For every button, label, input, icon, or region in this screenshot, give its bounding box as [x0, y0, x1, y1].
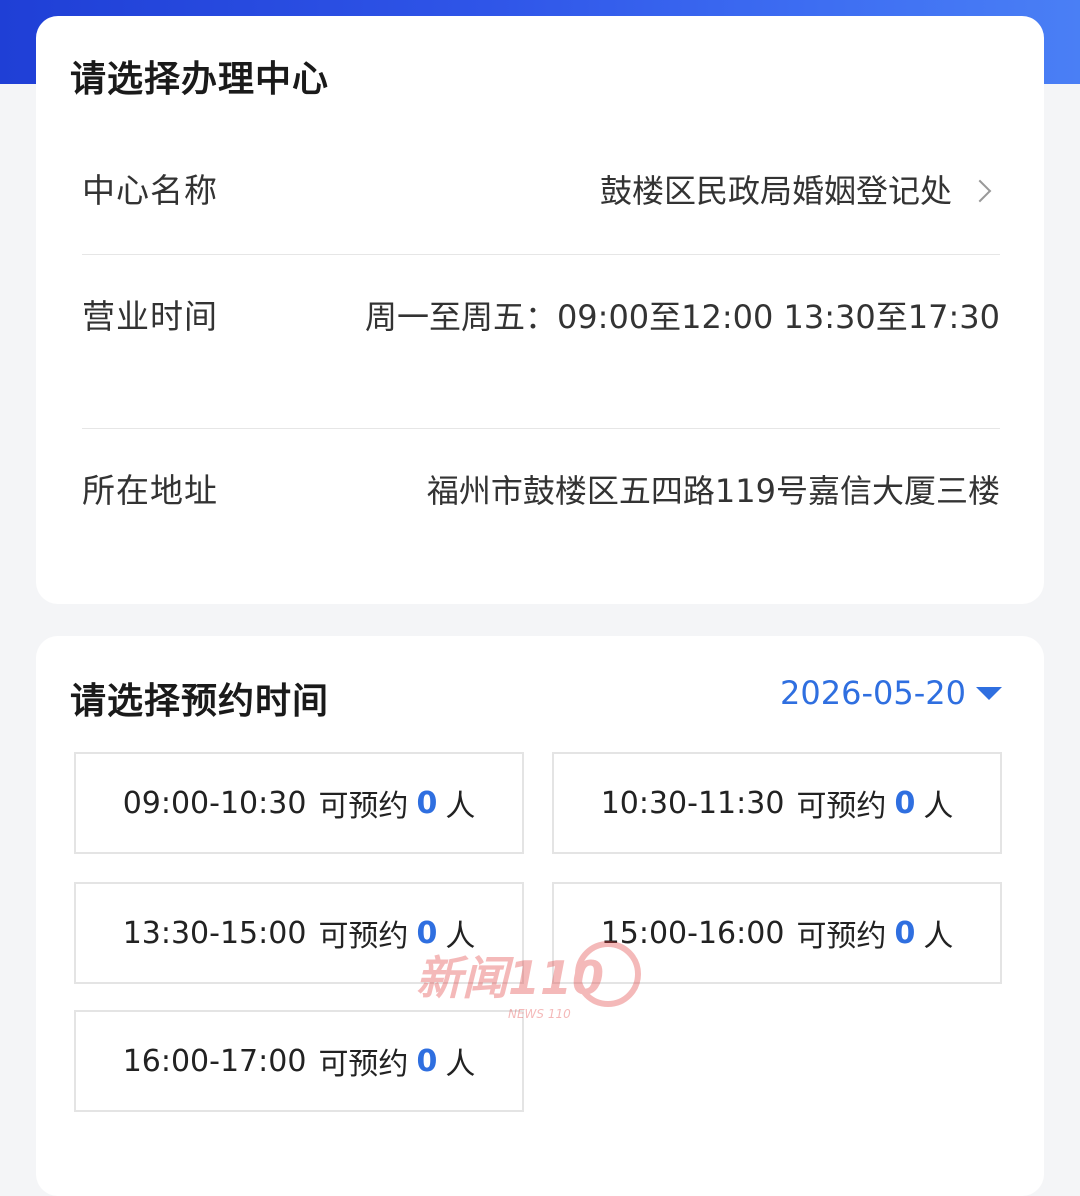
center-name-row[interactable]: 中心名称 鼓楼区民政局婚姻登记处: [82, 164, 1000, 210]
slot-unit: 人: [445, 919, 476, 954]
time-slot[interactable]: 10:30-11:30 可预约 0 人: [552, 752, 1002, 854]
slot-time: 09:00-10:30: [122, 785, 307, 821]
slot-label: 可预约: [796, 919, 887, 954]
center-name-value-wrap: 鼓楼区民政局婚姻登记处: [600, 166, 1000, 212]
address-label: 所在地址: [82, 471, 218, 510]
date-picker[interactable]: 2026-05-20: [780, 674, 1002, 712]
slot-time: 10:30-11:30: [600, 785, 785, 821]
slot-unit: 人: [923, 919, 954, 954]
slot-time: 15:00-16:00: [600, 915, 785, 951]
slot-count: 0: [416, 785, 438, 821]
slot-unit: 人: [923, 789, 954, 824]
date-value: 2026-05-20: [780, 674, 966, 712]
slot-count: 0: [416, 915, 438, 951]
slot-label: 可预约: [318, 1047, 409, 1082]
time-card: 请选择预约时间 2026-05-20 09:00-10:30 可预约 0 人 1…: [36, 636, 1044, 1196]
address-row: 所在地址 福州市鼓楼区五四路119号嘉信大厦三楼: [82, 464, 1000, 510]
time-card-title: 请选择预约时间: [70, 681, 330, 722]
center-name-label: 中心名称: [82, 171, 218, 210]
slot-label: 可预约: [318, 789, 409, 824]
divider: [82, 428, 1000, 429]
slot-time: 13:30-15:00: [122, 915, 307, 951]
center-card-title: 请选择办理中心: [70, 59, 330, 100]
slot-label: 可预约: [318, 919, 409, 954]
slot-count: 0: [894, 785, 916, 821]
time-slot[interactable]: 16:00-17:00 可预约 0 人: [74, 1010, 524, 1112]
chevron-right-icon[interactable]: [968, 179, 992, 203]
slot-time: 16:00-17:00: [122, 1043, 307, 1079]
slot-unit: 人: [445, 789, 476, 824]
slot-count: 0: [894, 915, 916, 951]
center-card: 请选择办理中心 中心名称 鼓楼区民政局婚姻登记处 营业时间 周一至周五：09:0…: [36, 16, 1044, 604]
time-slot[interactable]: 15:00-16:00 可预约 0 人: [552, 882, 1002, 984]
address-value: 福州市鼓楼区五四路119号嘉信大厦三楼: [426, 472, 1000, 510]
time-slot[interactable]: 13:30-15:00 可预约 0 人: [74, 882, 524, 984]
caret-down-icon: [976, 686, 1002, 700]
slot-count: 0: [416, 1043, 438, 1079]
business-hours-value: 周一至周五：09:00至12:00 13:30至17:30: [364, 298, 1000, 336]
business-hours-label: 营业时间: [82, 297, 218, 336]
divider: [82, 254, 1000, 255]
time-slot[interactable]: 09:00-10:30 可预约 0 人: [74, 752, 524, 854]
slot-label: 可预约: [796, 789, 887, 824]
business-hours-row: 营业时间 周一至周五：09:00至12:00 13:30至17:30: [82, 290, 1000, 336]
center-name-value: 鼓楼区民政局婚姻登记处: [599, 172, 952, 210]
slot-unit: 人: [445, 1047, 476, 1082]
